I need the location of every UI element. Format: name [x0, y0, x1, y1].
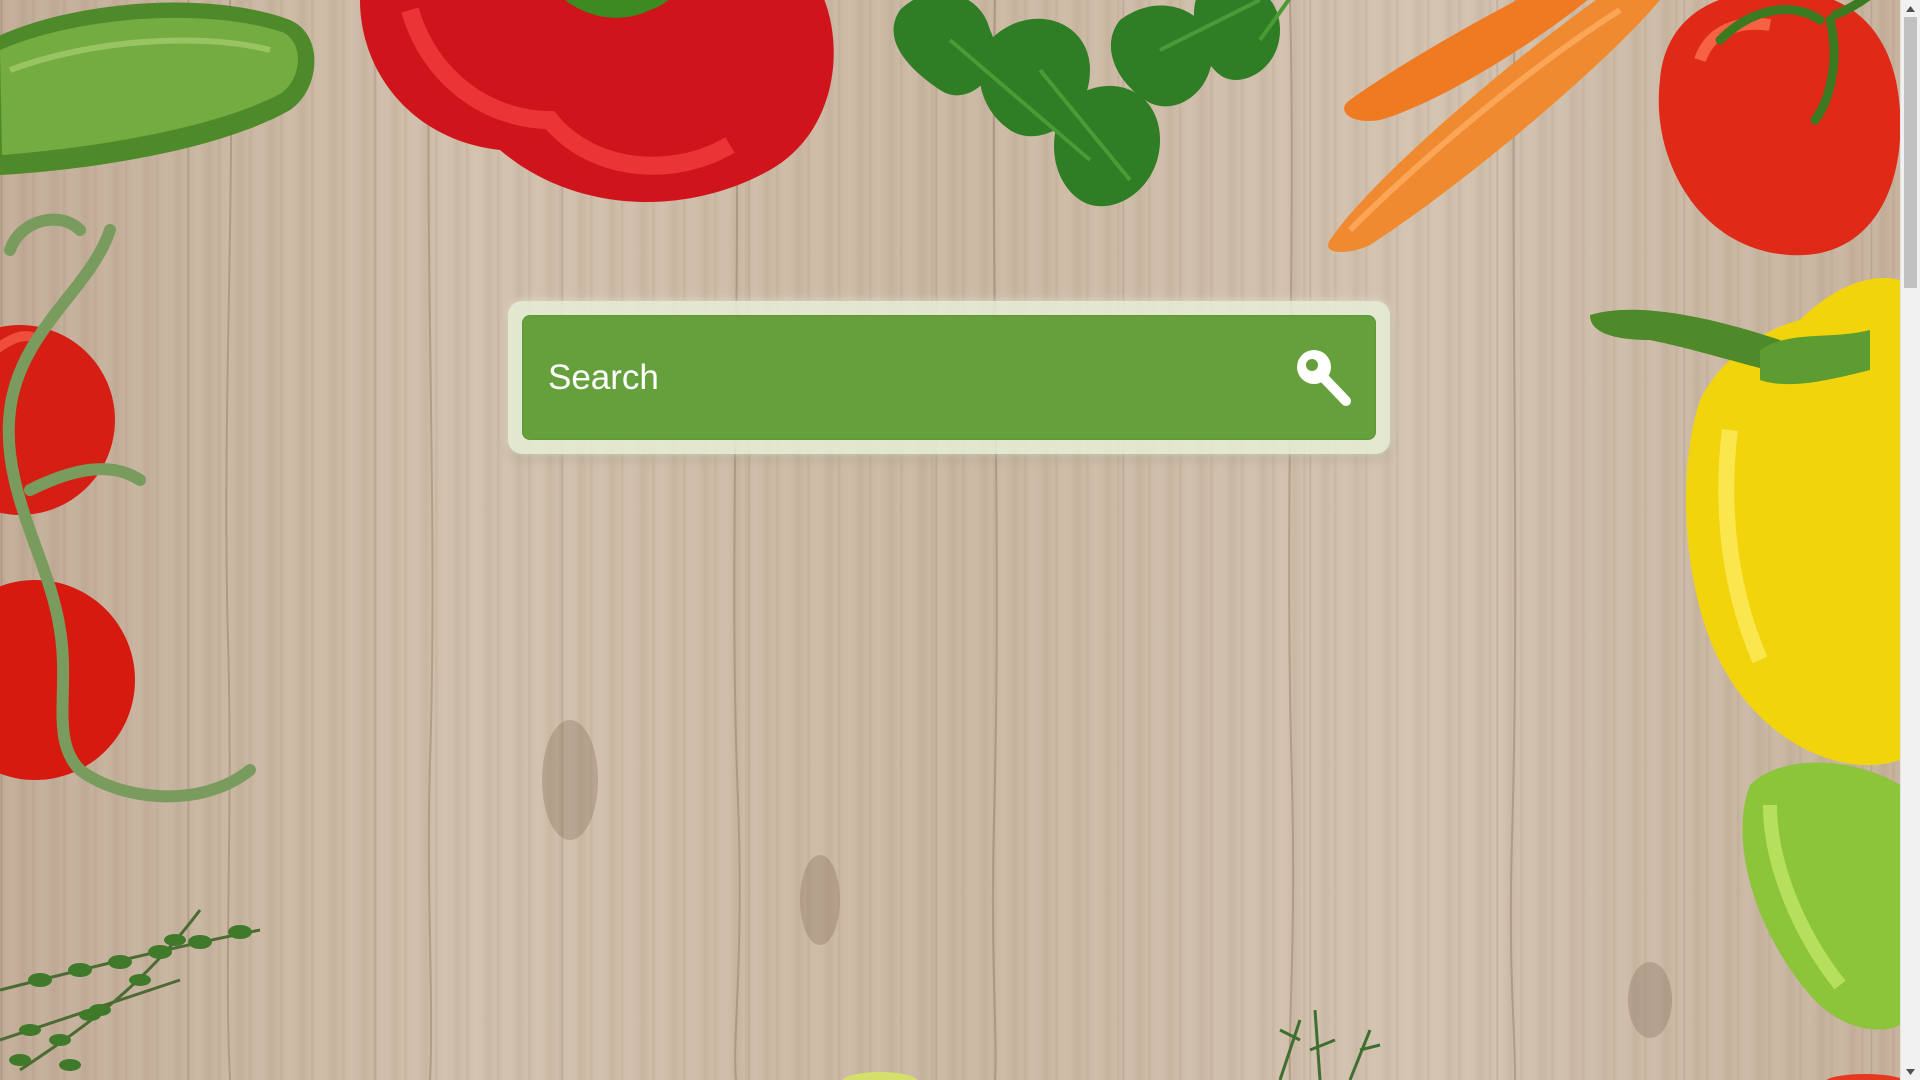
- cucumber-image: [0, 2, 315, 175]
- vertical-scrollbar[interactable]: [1900, 0, 1920, 1080]
- yellow-bell-pepper-image: [1590, 278, 1900, 765]
- search-icon: [1297, 350, 1351, 406]
- scroll-down-button[interactable]: [1901, 1063, 1920, 1080]
- search-container: [508, 301, 1390, 454]
- red-bell-pepper-image: [360, 0, 834, 202]
- chevron-up-icon: [1906, 5, 1915, 12]
- page: [0, 0, 1920, 1080]
- green-pepper-image: [1742, 762, 1900, 1030]
- cherry-tomatoes-image: [0, 213, 256, 803]
- lemon-image: [842, 1072, 918, 1080]
- carrots-image: [1328, 0, 1660, 252]
- thyme-image: [0, 909, 261, 1072]
- search-button[interactable]: [1294, 345, 1358, 409]
- rosemary-image: [1278, 1010, 1381, 1080]
- tomato-image: [1658, 0, 1900, 256]
- parsley-image: [893, 0, 1292, 207]
- scroll-up-button[interactable]: [1901, 0, 1920, 17]
- search-input[interactable]: [522, 315, 1252, 440]
- search-bar: [522, 315, 1376, 440]
- chevron-down-icon: [1906, 1068, 1915, 1075]
- scrollbar-thumb[interactable]: [1904, 17, 1917, 288]
- tomato-bottom-image: [1826, 1074, 1900, 1080]
